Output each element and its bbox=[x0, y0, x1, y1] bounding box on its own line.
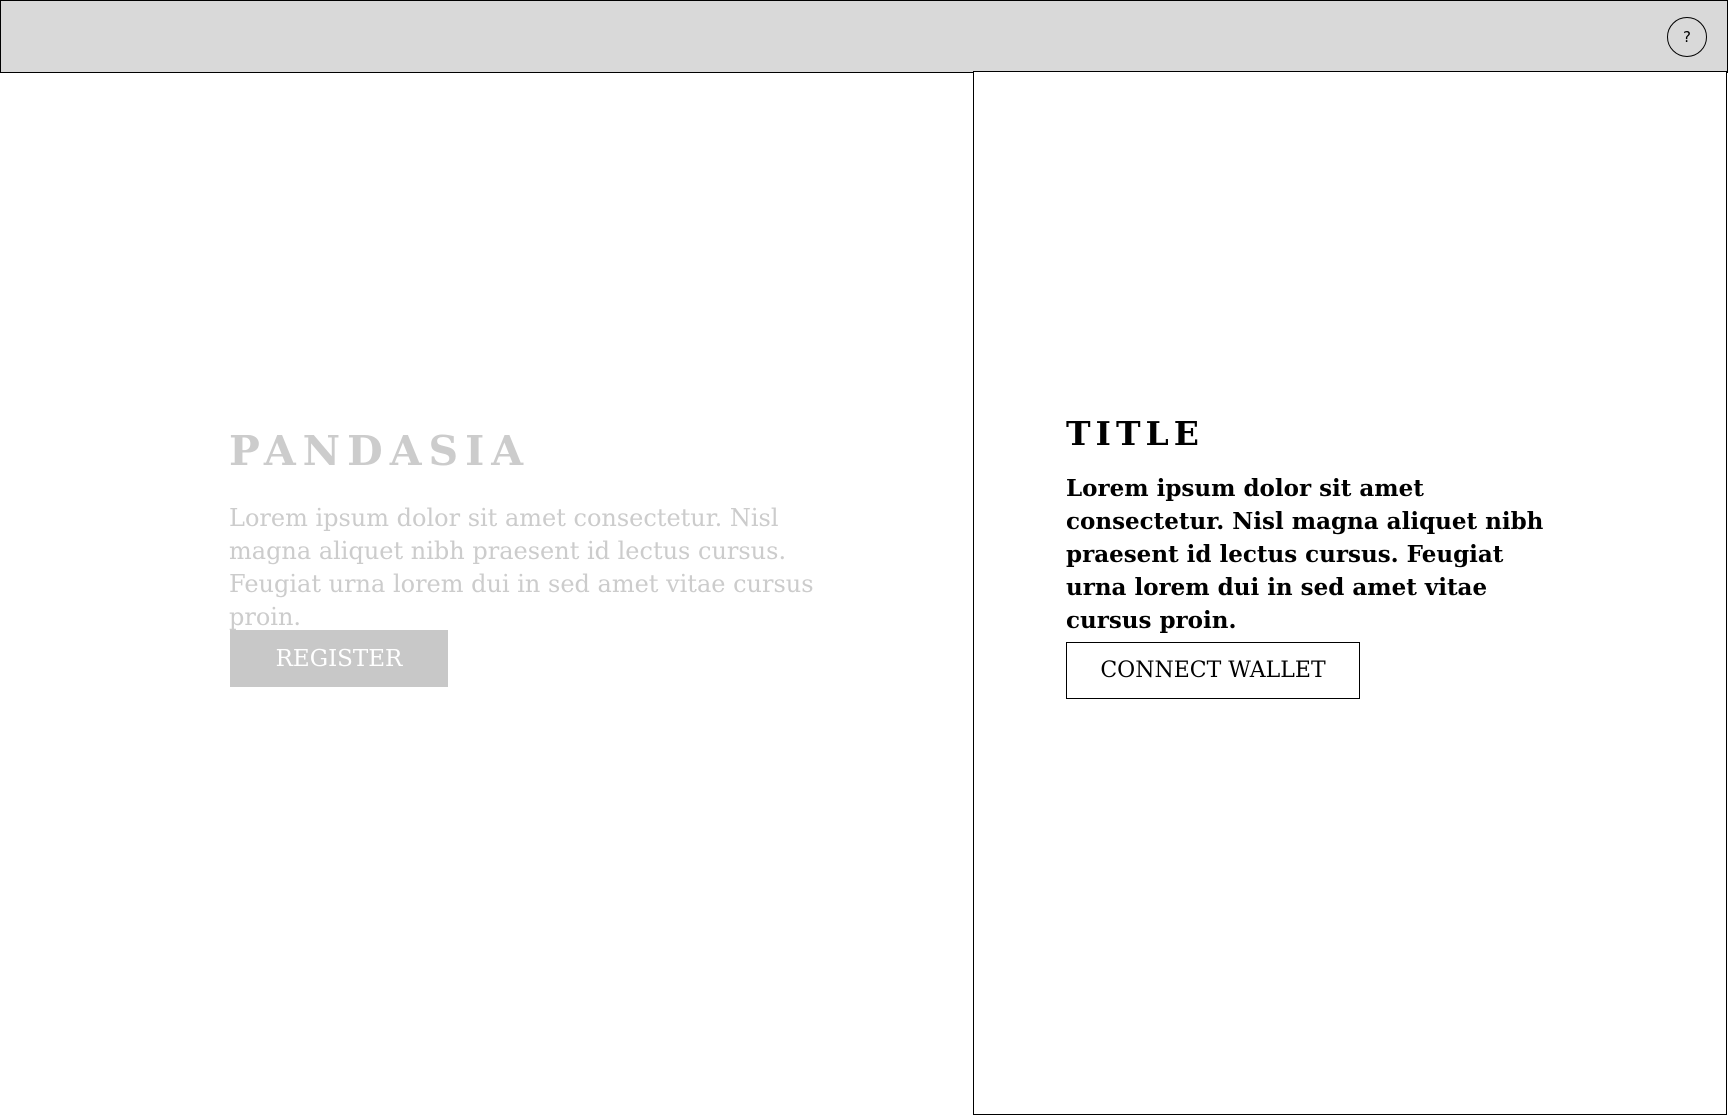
panel-description: Lorem ipsum dolor sit amet consectetur. … bbox=[1066, 475, 1544, 634]
top-bar: ? bbox=[0, 0, 1728, 73]
brand-title: PANDASIA bbox=[229, 427, 531, 475]
left-description: Lorem ipsum dolor sit amet consectetur. … bbox=[229, 504, 814, 631]
right-panel: TITLE Lorem ipsum dolor sit amet consect… bbox=[973, 71, 1727, 1115]
register-button[interactable]: REGISTER bbox=[230, 630, 448, 687]
help-icon: ? bbox=[1683, 28, 1691, 46]
panel-title: TITLE bbox=[1066, 414, 1204, 453]
connect-wallet-button[interactable]: CONNECT WALLET bbox=[1066, 642, 1360, 699]
help-button[interactable]: ? bbox=[1667, 17, 1707, 57]
